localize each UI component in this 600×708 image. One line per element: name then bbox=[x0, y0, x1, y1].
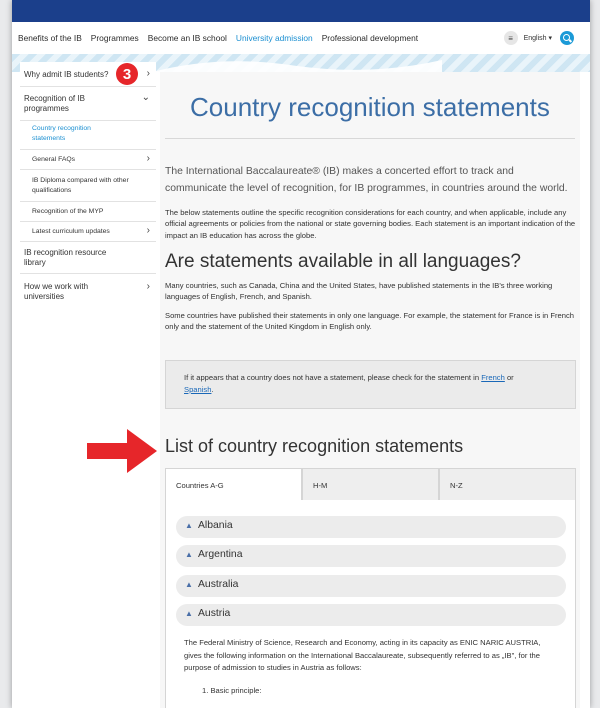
nav-item-programmes[interactable]: Programmes bbox=[91, 33, 139, 43]
notice-box: If it appears that a country does not ha… bbox=[165, 360, 576, 409]
sidebar-item-how-we-work[interactable]: How we work with universities › bbox=[20, 274, 156, 308]
sidebar-item-recognition-myp[interactable]: Recognition of the MYP bbox=[20, 202, 156, 222]
languages-heading: Are statements available in all language… bbox=[165, 251, 521, 272]
caret-up-icon: ▲ bbox=[185, 580, 193, 589]
sidebar-item-curriculum-updates[interactable]: Latest curriculum updates › bbox=[20, 222, 156, 242]
caret-up-icon: ▲ bbox=[185, 609, 193, 618]
nav-item-benefits[interactable]: Benefits of the IB bbox=[18, 33, 82, 43]
accordion-austria[interactable]: ▲ Austria bbox=[176, 604, 566, 626]
divider bbox=[165, 138, 575, 139]
french-link[interactable]: French bbox=[481, 373, 505, 382]
chevron-right-icon: › bbox=[146, 281, 150, 292]
language-select[interactable]: English ▾ bbox=[524, 34, 552, 42]
sidebar-item-resource-library[interactable]: IB recognition resource library bbox=[20, 242, 156, 274]
statements-paragraph: The below statements outline the specifi… bbox=[165, 208, 576, 240]
spanish-link[interactable]: Spanish bbox=[184, 385, 211, 394]
page-title: Country recognition statements bbox=[190, 92, 550, 122]
nav-item-become-school[interactable]: Become an IB school bbox=[148, 33, 227, 43]
tab-countries-a-g[interactable]: Countries A-G bbox=[165, 468, 302, 501]
accordion-argentina[interactable]: ▲ Argentina bbox=[176, 545, 566, 567]
intro-text: The International Baccalaureate® (IB) ma… bbox=[165, 166, 568, 194]
nav-item-university-admission[interactable]: University admission bbox=[236, 33, 313, 43]
tab-h-m[interactable]: H-M bbox=[302, 468, 439, 501]
sidebar-item-country-recognition[interactable]: Country recognition statements bbox=[20, 121, 156, 150]
step-badge: 3 bbox=[116, 63, 138, 85]
caret-up-icon: ▲ bbox=[185, 550, 193, 559]
country-tabs: Countries A-G H-M N-Z bbox=[165, 468, 576, 501]
caret-up-icon: ▲ bbox=[185, 521, 193, 530]
country-list-heading: List of country recognition statements bbox=[165, 436, 464, 456]
top-bar bbox=[12, 0, 590, 22]
page: Benefits of the IB Programmes Become an … bbox=[12, 0, 590, 708]
languages-paragraph-1: Many countries, such as Canada, China an… bbox=[165, 281, 553, 302]
red-arrow-icon bbox=[87, 429, 157, 473]
chevron-right-icon: › bbox=[146, 68, 150, 79]
accordion-albania[interactable]: ▲ Albania bbox=[176, 516, 566, 538]
austria-statement-text: The Federal Ministry of Science, Researc… bbox=[184, 638, 541, 672]
main-nav: Benefits of the IB Programmes Become an … bbox=[12, 22, 590, 54]
nav-item-professional-development[interactable]: Professional development bbox=[322, 33, 418, 43]
sidebar-item-ib-diploma-compared[interactable]: IB Diploma compared with other qualifica… bbox=[20, 170, 156, 202]
tab-n-z[interactable]: N-Z bbox=[439, 468, 576, 501]
chevron-right-icon: › bbox=[146, 225, 150, 236]
menu-icon[interactable]: ≡ bbox=[503, 31, 518, 45]
chevron-down-icon: ⌄ bbox=[141, 92, 150, 103]
austria-list-item: 1. Basic principle: bbox=[202, 686, 262, 695]
chevron-right-icon: › bbox=[146, 153, 150, 164]
sidebar-item-general-faqs[interactable]: General FAQs › bbox=[20, 150, 156, 170]
search-icon[interactable] bbox=[560, 31, 574, 45]
languages-paragraph-2: Some countries have published their stat… bbox=[165, 311, 575, 332]
sidebar-item-recognition[interactable]: Recognition of IB programmes ⌄ bbox=[20, 87, 156, 121]
sidebar: Why admit IB students? › Recognition of I… bbox=[20, 62, 156, 312]
accordion-australia[interactable]: ▲ Australia bbox=[176, 575, 566, 597]
banner-wave bbox=[152, 60, 442, 72]
